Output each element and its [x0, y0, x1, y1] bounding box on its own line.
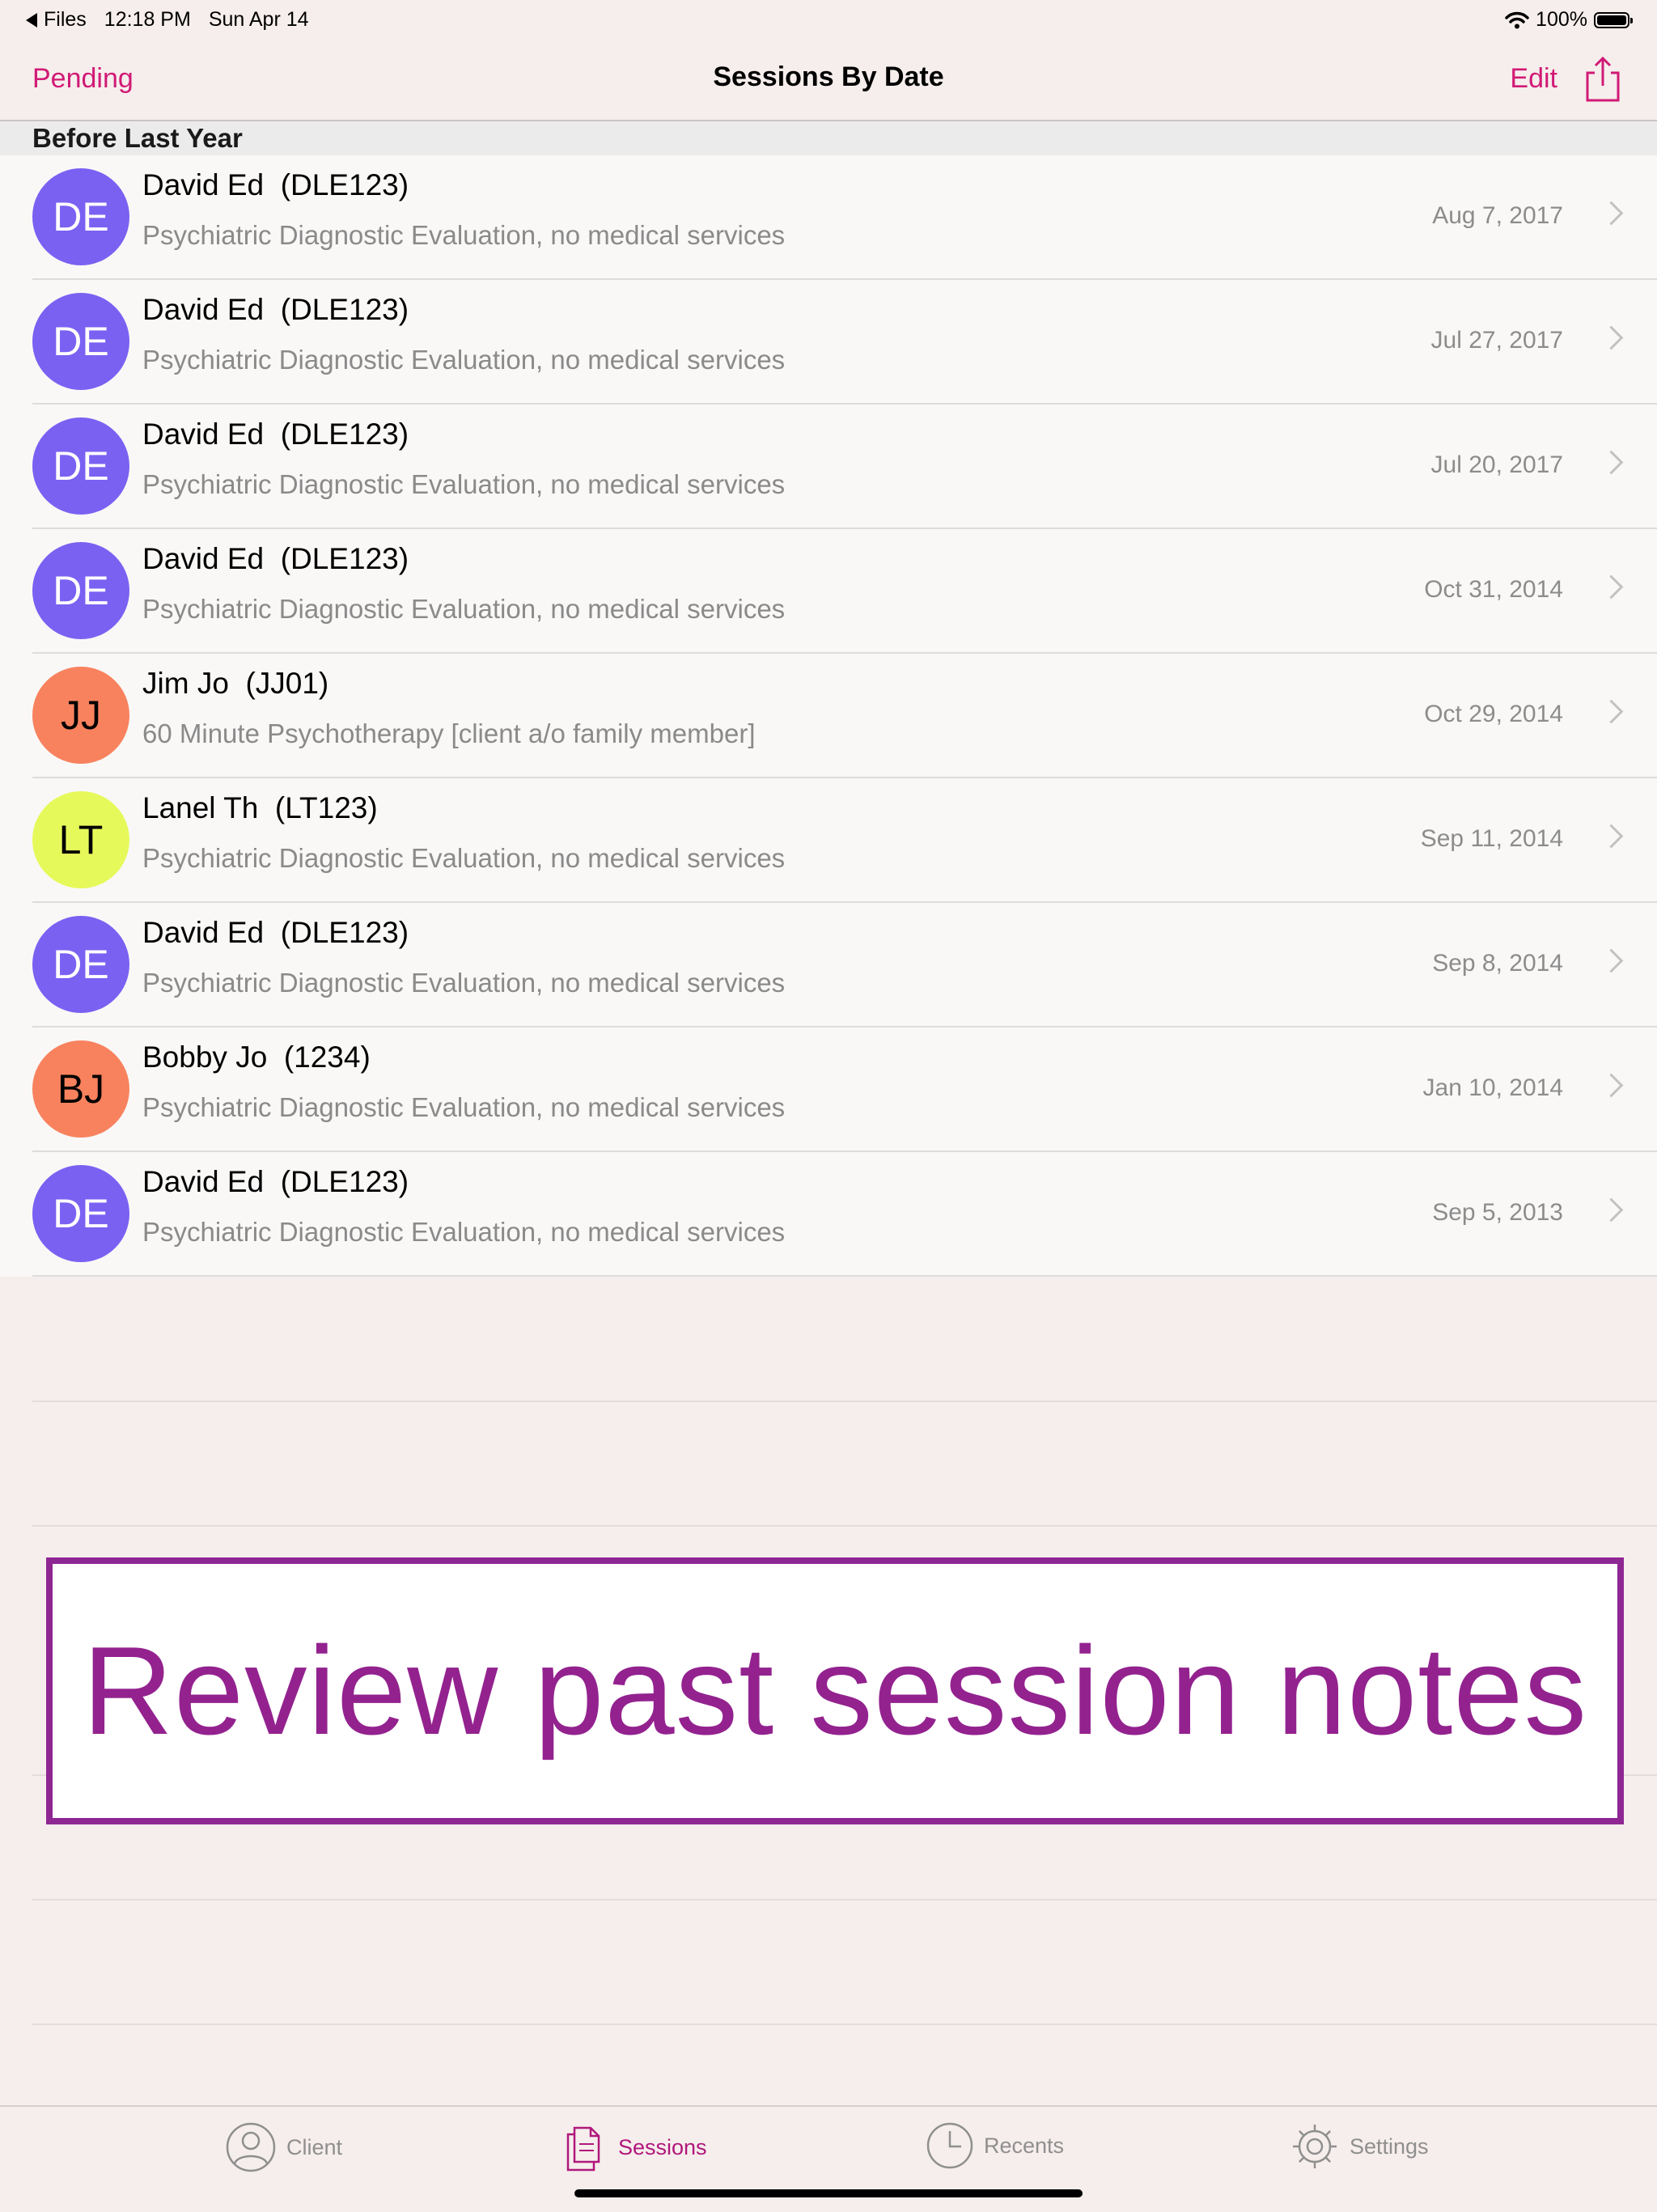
session-row[interactable]: DE David Ed (DLE123) Psychiatric Diagnos… [0, 1152, 1657, 1277]
navigation-bar: Pending Sessions By Date Edit [0, 39, 1657, 121]
battery-icon [1594, 11, 1633, 28]
back-arrow-icon [26, 12, 37, 28]
section-header: Before Last Year [0, 121, 1657, 155]
session-list: DE David Ed (DLE123) Psychiatric Diagnos… [0, 155, 1657, 1277]
page-title: Sessions By Date [713, 61, 944, 92]
tab-label: Client [286, 2134, 343, 2159]
session-date: Aug 7, 2017 [1432, 202, 1563, 229]
session-row[interactable]: JJ Jim Jo (JJ01) 60 Minute Psychotherapy… [0, 654, 1657, 778]
session-date: Jul 20, 2017 [1430, 451, 1563, 478]
chevron-right-icon [1599, 201, 1624, 226]
documents-icon [566, 2126, 600, 2172]
session-row[interactable]: DE David Ed (DLE123) Psychiatric Diagnos… [0, 405, 1657, 529]
tab-label: Sessions [618, 2134, 707, 2159]
session-row[interactable]: DE David Ed (DLE123) Psychiatric Diagnos… [0, 155, 1657, 280]
chevron-right-icon [1599, 1197, 1624, 1223]
status-date: Sun Apr 14 [208, 8, 309, 31]
tab-label: Settings [1350, 2134, 1429, 2159]
tab-settings[interactable]: Settings [1290, 2121, 1429, 2172]
chevron-right-icon [1599, 824, 1624, 849]
chevron-right-icon [1599, 450, 1624, 475]
chevron-right-icon [1599, 325, 1624, 350]
session-date: Oct 31, 2014 [1424, 576, 1563, 603]
status-time: 12:18 PM [104, 8, 191, 31]
section-title: Before Last Year [32, 123, 243, 153]
service-description: Psychiatric Diagnostic Evaluation, no me… [142, 220, 786, 250]
home-indicator[interactable] [574, 2189, 1083, 2197]
client-name: David Ed (DLE123) [142, 168, 409, 201]
session-row[interactable]: DE David Ed (DLE123) Psychiatric Diagnos… [0, 903, 1657, 1028]
gear-icon [1293, 2125, 1337, 2168]
avatar: DE [32, 1165, 129, 1262]
avatar: DE [32, 916, 129, 1013]
wifi-icon [1505, 11, 1529, 28]
client-name: David Ed (DLE123) [142, 916, 409, 949]
chevron-right-icon [1599, 574, 1624, 600]
chevron-right-icon [1599, 1073, 1624, 1098]
client-name: Jim Jo (JJ01) [142, 667, 329, 700]
service-description: Psychiatric Diagnostic Evaluation, no me… [142, 469, 786, 499]
chevron-right-icon [1599, 699, 1624, 724]
share-icon[interactable] [1581, 55, 1625, 104]
service-description: Psychiatric Diagnostic Evaluation, no me… [142, 843, 786, 873]
promo-banner: Review past session notes [46, 1557, 1624, 1824]
avatar: LT [32, 791, 129, 888]
session-row[interactable]: DE David Ed (DLE123) Psychiatric Diagnos… [0, 529, 1657, 654]
tab-client[interactable]: Client [225, 2121, 342, 2173]
edit-button[interactable]: Edit [1510, 63, 1557, 95]
client-name: David Ed (DLE123) [142, 542, 409, 575]
service-description: Psychiatric Diagnostic Evaluation, no me… [142, 594, 786, 624]
session-row[interactable]: LT Lanel Th (LT123) Psychiatric Diagnost… [0, 778, 1657, 903]
empty-row-separator [32, 1899, 1657, 1901]
tab-sessions[interactable]: Sessions [563, 2121, 707, 2173]
empty-row-separator [32, 2023, 1657, 2025]
client-name: David Ed (DLE123) [142, 293, 409, 326]
back-app-label: Files [44, 8, 87, 31]
service-description: Psychiatric Diagnostic Evaluation, no me… [142, 1092, 786, 1122]
status-bar: Files 12:18 PM Sun Apr 14 100% [0, 0, 1657, 39]
client-name: David Ed (DLE123) [142, 1165, 409, 1198]
battery-percent: 100% [1536, 8, 1587, 31]
client-name: David Ed (DLE123) [142, 417, 409, 451]
chevron-right-icon [1599, 948, 1624, 973]
tab-label: Recents [984, 2133, 1065, 2158]
service-description: 60 Minute Psychotherapy [client a/o fami… [142, 718, 756, 748]
service-description: Psychiatric Diagnostic Evaluation, no me… [142, 345, 786, 375]
session-date: Sep 8, 2014 [1432, 950, 1563, 977]
avatar: JJ [32, 667, 129, 764]
avatar: DE [32, 293, 129, 390]
avatar: BJ [32, 1040, 129, 1138]
session-row[interactable]: BJ Bobby Jo (1234) Psychiatric Diagnosti… [0, 1028, 1657, 1152]
empty-row-separator [32, 1401, 1657, 1402]
tab-recents[interactable]: Recents [926, 2121, 1064, 2170]
client-name: Lanel Th (LT123) [142, 791, 378, 824]
service-description: Psychiatric Diagnostic Evaluation, no me… [142, 1217, 786, 1247]
avatar: DE [32, 417, 129, 515]
person-circle-icon [226, 2122, 276, 2172]
client-name: Bobby Jo (1234) [142, 1040, 371, 1074]
status-right: 100% [1505, 8, 1633, 32]
session-date: Sep 11, 2014 [1420, 825, 1563, 852]
empty-row-separator [32, 1525, 1657, 1527]
clock-icon [926, 2122, 973, 2169]
avatar: DE [32, 542, 129, 639]
session-date: Jan 10, 2014 [1422, 1074, 1563, 1101]
session-row[interactable]: DE David Ed (DLE123) Psychiatric Diagnos… [0, 280, 1657, 405]
session-date: Oct 29, 2014 [1424, 701, 1563, 727]
session-date: Sep 5, 2013 [1432, 1199, 1563, 1226]
avatar: DE [32, 168, 129, 265]
session-date: Jul 27, 2017 [1430, 327, 1563, 354]
service-description: Psychiatric Diagnostic Evaluation, no me… [142, 968, 786, 998]
back-to-app[interactable]: Files 12:18 PM Sun Apr 14 [26, 8, 327, 32]
promo-banner-text: Review past session notes [82, 1621, 1588, 1761]
